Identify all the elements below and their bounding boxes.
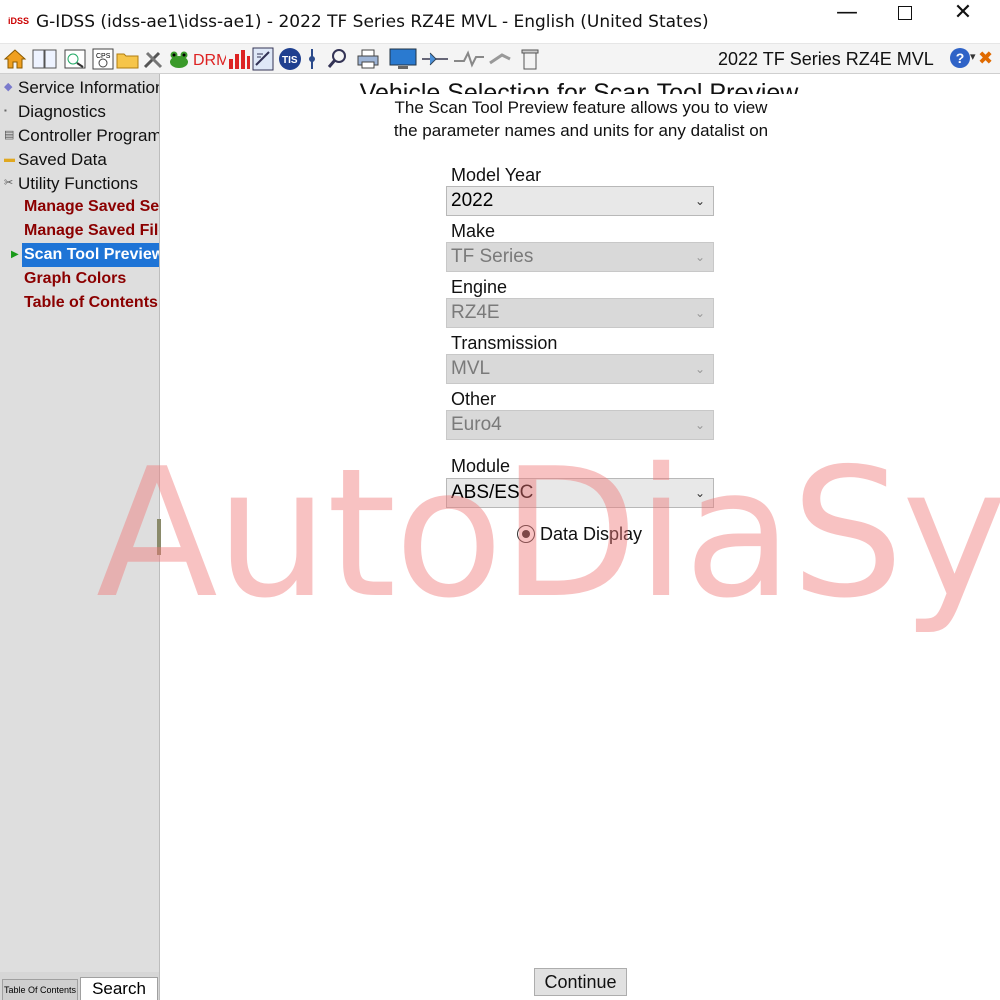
main-content: Vehicle Selection for Scan Tool Preview …	[161, 74, 1000, 1000]
other-select: Euro4 ⌄	[446, 410, 714, 440]
chevron-down-icon: ⌄	[694, 250, 705, 264]
chart-icon[interactable]	[227, 47, 251, 71]
engine-label: Engine	[451, 277, 508, 297]
close-button[interactable]: ✕	[934, 0, 992, 44]
continue-button[interactable]: Continue	[534, 968, 627, 996]
connection-icon[interactable]	[488, 47, 518, 71]
svg-text:TIS: TIS	[282, 55, 298, 66]
sidebar-item-table-of-contents[interactable]: Table of Contents	[22, 291, 159, 315]
sidebar-item-controller-programming[interactable]: ▤ Controller Programming	[0, 124, 159, 148]
title-bar: iDSS G-IDSS (idss-ae1\idss-ae1) - 2022 T…	[0, 0, 1000, 44]
engine-select: RZ4E ⌄	[446, 298, 714, 328]
maximize-icon	[898, 6, 912, 20]
module-label: Module	[451, 456, 511, 476]
home-icon[interactable]	[3, 47, 27, 71]
cps-icon[interactable]: CPS	[91, 47, 115, 71]
make-label: Make	[451, 221, 496, 241]
selected-arrow-icon: ▶	[11, 249, 19, 260]
sidebar-item-saved-data[interactable]: ▬ Saved Data	[0, 148, 159, 172]
page-title: Vehicle Selection for Scan Tool Preview	[359, 79, 799, 94]
chevron-down-icon: ⌄	[694, 306, 705, 320]
tools-icon[interactable]	[141, 47, 165, 71]
folder-icon: ▬	[4, 153, 15, 165]
tab-table-of-contents[interactable]: Table Of Contents	[2, 979, 78, 1000]
sidebar-item-manage-saved-files[interactable]: Manage Saved Files	[22, 219, 159, 243]
module-select[interactable]: ABS/ESC ⌄	[446, 478, 714, 508]
chevron-down-icon: ⌄	[694, 486, 705, 500]
frog-icon[interactable]	[167, 47, 191, 71]
printer-icon[interactable]	[356, 47, 380, 71]
minimize-icon: —	[836, 0, 858, 25]
help-icon[interactable]: ?	[950, 48, 970, 68]
magnifier-icon[interactable]	[326, 47, 350, 71]
tab-search[interactable]: Search	[80, 977, 158, 1000]
drm-icon[interactable]: DRM	[192, 47, 229, 71]
scan-icon[interactable]	[63, 47, 87, 71]
folder-icon[interactable]	[115, 47, 139, 71]
app-logo-icon: iDSS	[8, 16, 30, 26]
data-display-label: Data Display	[540, 524, 643, 544]
model-year-select[interactable]: 2022 ⌄	[446, 186, 714, 216]
chevron-down-icon: ⌄	[694, 418, 705, 432]
sidebar-item-service-information[interactable]: ◆ Service Information	[0, 76, 159, 100]
vehicle-label: 2022 TF Series RZ4E MVL	[718, 49, 934, 69]
exit-icon[interactable]: ✖	[978, 50, 993, 68]
radio-button[interactable]	[517, 525, 535, 543]
network-icon[interactable]	[420, 47, 450, 71]
sidebar-item-diagnostics[interactable]: ▪ Diagnostics	[0, 100, 159, 124]
chevron-down-icon: ⌄	[694, 362, 705, 376]
report-icon[interactable]	[251, 47, 275, 71]
make-select: TF Series ⌄	[446, 242, 714, 272]
minimize-button[interactable]: —	[818, 0, 876, 44]
controller-icon: ▤	[4, 129, 15, 141]
description-line-1: The Scan Tool Preview feature allows you…	[394, 98, 768, 117]
tools-icon: ✂	[4, 177, 14, 189]
probe-icon[interactable]	[303, 47, 327, 71]
monitor-icon[interactable]	[388, 47, 418, 71]
transmission-label: Transmission	[451, 333, 558, 353]
toolbar: CPS DRM TIS 2022 TF Series RZ4E MVL ? ▾ …	[0, 44, 1000, 74]
model-year-label: Model Year	[451, 165, 542, 185]
diamond-icon: ◆	[4, 81, 13, 93]
sidebar-tabs: Table Of Contents Search	[0, 972, 159, 1000]
help-dropdown-icon[interactable]: ▾	[970, 50, 976, 63]
svg-text:DRM: DRM	[193, 52, 226, 69]
delete-icon[interactable]	[518, 47, 542, 71]
sidebar-item-manage-saved-sessions[interactable]: Manage Saved Sessions	[22, 195, 159, 219]
maximize-button[interactable]	[876, 0, 934, 44]
sidebar: ◆ Service Information ▪ Diagnostics ▤ Co…	[0, 74, 160, 1000]
close-icon: ✕	[953, 0, 973, 25]
diagnostics-icon: ▪	[4, 106, 7, 115]
book-icon[interactable]	[31, 47, 57, 71]
sidebar-item-utility-functions[interactable]: ✂ Utility Functions	[0, 172, 159, 196]
chevron-down-icon: ⌄	[694, 194, 705, 208]
sidebar-item-graph-colors[interactable]: Graph Colors	[22, 267, 159, 291]
window-title: G-IDSS (idss-ae1\idss-ae1) - 2022 TF Ser…	[36, 12, 709, 32]
description-line-2: the parameter names and units for any da…	[393, 121, 769, 140]
other-label: Other	[451, 389, 497, 409]
signal-icon[interactable]	[452, 47, 486, 71]
radio-checked-dot	[521, 529, 530, 538]
sidebar-item-scan-tool-preview[interactable]: Scan Tool Preview	[22, 243, 159, 267]
transmission-select: MVL ⌄	[446, 354, 714, 384]
tis-icon[interactable]: TIS	[278, 47, 302, 71]
